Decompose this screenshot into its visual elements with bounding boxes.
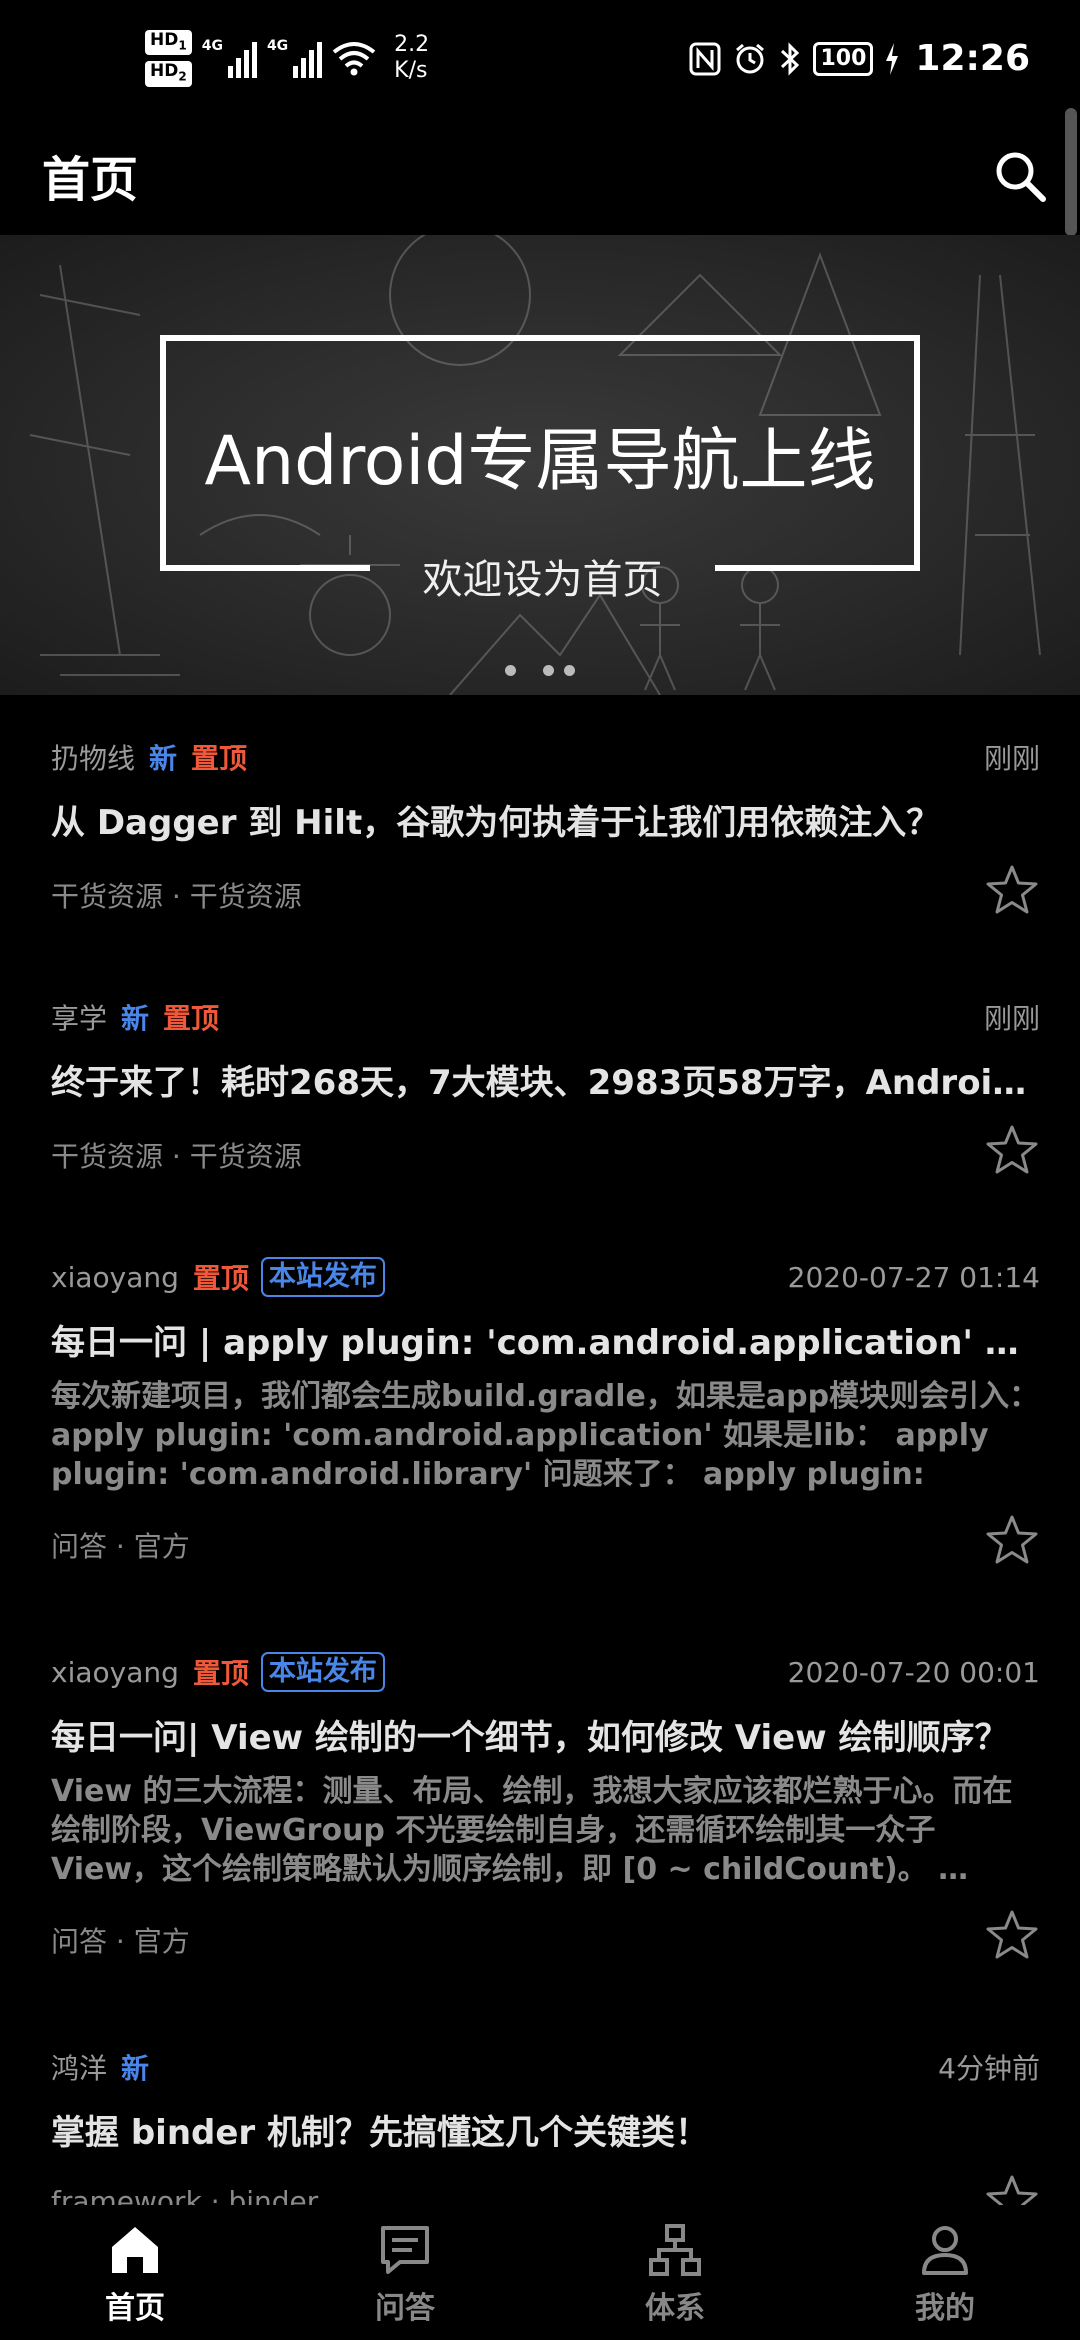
person-icon [922,2226,968,2275]
signal-2-icon: 4G [267,38,323,79]
star-icon[interactable] [984,1513,1040,1569]
article-author[interactable]: 扔物线 [51,737,135,777]
status-right: 100 12:26 [689,38,1030,79]
article-meta: xiaoyang 置顶 本站发布 2020-07-27 01:14 [51,1255,1040,1299]
tag-top: 置顶 [163,1002,220,1035]
page-title: 首页 [42,152,139,208]
article-chapter[interactable]: 干货资源 · 干货资源 [51,1135,302,1175]
article-item[interactable]: 鸿洋 新 4分钟前 掌握 binder 机制？先搞懂这几个关键类！ framew… [0,2045,1080,2224]
nav-item-mine[interactable]: 我的 [810,2205,1080,2340]
tree-icon [649,2224,701,2276]
status-bar: HD1 HD2 4G 4G 2.2 K/s 100 12:26 [0,0,1080,110]
tag-new: 新 [121,1002,150,1035]
nav-label: 问答 [375,2291,435,2326]
nav-item-home[interactable]: 首页 [0,2205,270,2340]
tag-site-published: 本站发布 [260,1257,385,1297]
banner-frame-top [160,335,920,341]
article-meta: 扔物线 新 置顶 刚刚 [51,735,1040,779]
alarm-icon [736,43,765,73]
article-chapter[interactable]: 干货资源 · 干货资源 [51,875,302,915]
article-chapter[interactable]: 问答 · 官方 [51,1525,190,1565]
tag-new: 新 [149,742,178,775]
banner-carousel[interactable]: Android专属导航上线 欢迎设为首页 [0,235,1080,695]
app-bar: 首页 [0,110,1080,235]
banner-subtitle: 欢迎设为首页 [422,557,663,603]
article-item[interactable]: xiaoyang 置顶 本站发布 2020-07-20 00:01 每日一问| … [0,1650,1080,2045]
nfc-icon [689,42,721,75]
article-time: 刚刚 [983,742,1040,775]
article-meta: 鸿洋 新 4分钟前 [51,2045,1040,2089]
banner-dot[interactable] [505,665,516,676]
article-item[interactable]: 扔物线 新 置顶 刚刚 从 Dagger 到 Hilt，谷歌为何执着于让我们用依… [0,735,1080,995]
search-icon[interactable] [992,148,1048,204]
article-time: 4分钟前 [938,2052,1040,2085]
article-chapter[interactable]: 问答 · 官方 [51,1920,190,1960]
nav-item-qa[interactable]: 问答 [270,2205,540,2340]
article-item[interactable]: 享学 新 置顶 刚刚 终于来了！耗时268天，7大模块、2983页58万字，An… [0,995,1080,1255]
banner-frame-bottom-left [160,565,370,571]
banner-frame-bottom-right [715,565,920,571]
nav-label: 首页 [105,2291,165,2326]
article-meta: 享学 新 置顶 刚刚 [51,995,1040,1039]
banner-dot[interactable] [543,665,554,676]
hd-indicators: HD1 HD2 [145,30,192,87]
banner-title: Android专属导航上线 [204,422,876,501]
tag-new: 新 [121,2052,150,2085]
article-time: 刚刚 [983,1002,1040,1035]
article-title[interactable]: 从 Dagger 到 Hilt，谷歌为何执着于让我们用依赖注入？ [51,795,1040,844]
nav-label: 我的 [915,2291,975,2326]
article-time: 2020-07-20 00:01 [787,1655,1040,1689]
banner-dot[interactable] [564,665,575,676]
charging-icon [886,42,899,75]
article-time: 2020-07-27 01:14 [787,1260,1040,1294]
status-time: 12:26 [915,38,1030,79]
article-title[interactable]: 终于来了！耗时268天，7大模块、2983页58万字，Android开发核心知识… [51,1055,1040,1104]
article-description[interactable]: 每次新建项目，我们都会生成build.gradle，如果是app模块则会引入： … [51,1377,1040,1494]
star-icon[interactable] [984,1123,1040,1179]
tag-top: 置顶 [192,1657,249,1690]
nav-label: 体系 [645,2291,705,2326]
status-left: HD1 HD2 4G 4G 2.2 K/s [145,30,429,87]
star-icon[interactable] [984,1908,1040,1964]
bluetooth-icon [781,41,800,76]
article-title[interactable]: 每日一问| View 绘制的一个细节，如何修改 View 绘制顺序？ [51,1710,1040,1759]
article-author[interactable]: 享学 [51,997,107,1037]
banner-page-indicator [0,665,1080,676]
home-icon [112,2227,158,2273]
article-description[interactable]: View 的三大流程：测量、布局、绘制，我想大家应该都烂熟于心。而在绘制阶段，V… [51,1772,1040,1889]
article-title[interactable]: 每日一问 | apply plugin: 'com.android.applic… [51,1315,1040,1364]
tag-top: 置顶 [192,1262,249,1295]
star-icon[interactable] [984,863,1040,919]
article-title[interactable]: 掌握 binder 机制？先搞懂这几个关键类！ [51,2105,1040,2154]
wifi-icon [332,42,376,76]
bottom-navigation: 首页 问答 体系 我的 [0,2205,1080,2340]
nav-item-system[interactable]: 体系 [540,2205,810,2340]
scrollbar[interactable] [1065,108,1077,236]
hd-2-icon: HD2 [145,61,192,87]
article-meta: xiaoyang 置顶 本站发布 2020-07-20 00:01 [51,1650,1040,1694]
article-author[interactable]: xiaoyang [51,1261,179,1294]
article-author[interactable]: xiaoyang [51,1656,179,1689]
tag-top: 置顶 [191,742,248,775]
tag-site-published: 本站发布 [260,1652,385,1692]
hd-1-icon: HD1 [145,30,192,56]
signal-1-icon: 4G [202,38,257,79]
battery-icon: 100 [813,41,874,76]
article-item[interactable]: xiaoyang 置顶 本站发布 2020-07-27 01:14 每日一问 |… [0,1255,1080,1650]
network-speed: 2.2 K/s [394,32,430,84]
chat-icon [381,2226,429,2274]
article-author[interactable]: 鸿洋 [51,2047,107,2087]
